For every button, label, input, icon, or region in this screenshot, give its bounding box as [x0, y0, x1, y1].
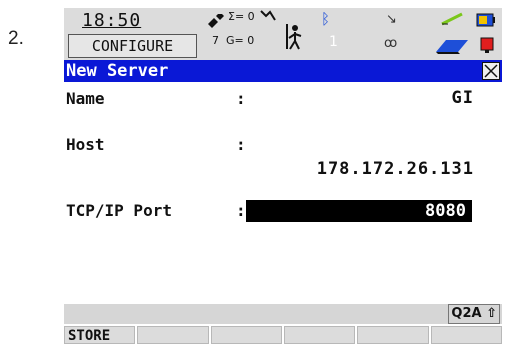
memory-card-icon	[436, 40, 468, 54]
name-colon: :	[236, 89, 246, 108]
store-button[interactable]: STORE	[64, 326, 136, 344]
status-bar: 18:50 CONFIGURE Σ= 0 7 G= 0 ᛒ 1 ↘ ꝏ	[64, 8, 502, 60]
function-key-bar: STORE	[64, 326, 502, 344]
pen-icon	[441, 12, 463, 26]
line-indicator: 1	[329, 34, 338, 50]
clock: 18:50	[82, 10, 142, 31]
host-colon: :	[236, 135, 246, 154]
glonass-count: G= 0	[226, 34, 255, 47]
signal-icon	[260, 10, 276, 21]
keyboard-mode-indicator: Q2A ⇧	[448, 304, 500, 324]
f5-button[interactable]	[357, 326, 429, 344]
radio-icon: ↘	[386, 12, 397, 27]
mode-label: CONFIGURE	[68, 34, 197, 58]
step-number: 2.	[8, 28, 24, 49]
host-value[interactable]: 178.172.26.131	[317, 159, 474, 179]
internal-battery-icon	[480, 37, 494, 53]
f3-button[interactable]	[210, 326, 282, 344]
bluetooth-icon: ᛒ	[321, 10, 331, 28]
status-icons: Σ= 0 7 G= 0 ᛒ 1 ↘ ꝏ	[204, 8, 502, 60]
close-icon	[484, 64, 498, 78]
satellite-icon	[208, 14, 224, 28]
sat-count-7: 7	[212, 34, 219, 47]
window-title: New Server	[66, 61, 169, 81]
device-screen: 18:50 CONFIGURE Σ= 0 7 G= 0 ᛒ 1 ↘ ꝏ New …	[64, 8, 502, 344]
close-button[interactable]	[482, 62, 500, 80]
bottom-status-bar: Q2A ⇧	[64, 304, 502, 324]
name-value[interactable]: GI	[452, 88, 474, 108]
port-colon: :	[236, 201, 246, 220]
name-label: Name	[66, 89, 105, 108]
title-bar: New Server	[64, 60, 502, 82]
battery-icon	[476, 13, 495, 27]
link-icon: ꝏ	[384, 36, 398, 51]
f6-button[interactable]	[430, 326, 502, 344]
port-label: TCP/IP Port	[66, 201, 172, 220]
port-input[interactable]: 8080	[246, 200, 472, 222]
f4-button[interactable]	[283, 326, 356, 344]
f2-button[interactable]	[137, 326, 209, 344]
time-mode-box: 18:50 CONFIGURE	[64, 8, 199, 58]
rover-walker-icon	[286, 24, 302, 50]
host-label: Host	[66, 135, 105, 154]
sigma-count: Σ= 0	[228, 10, 255, 23]
